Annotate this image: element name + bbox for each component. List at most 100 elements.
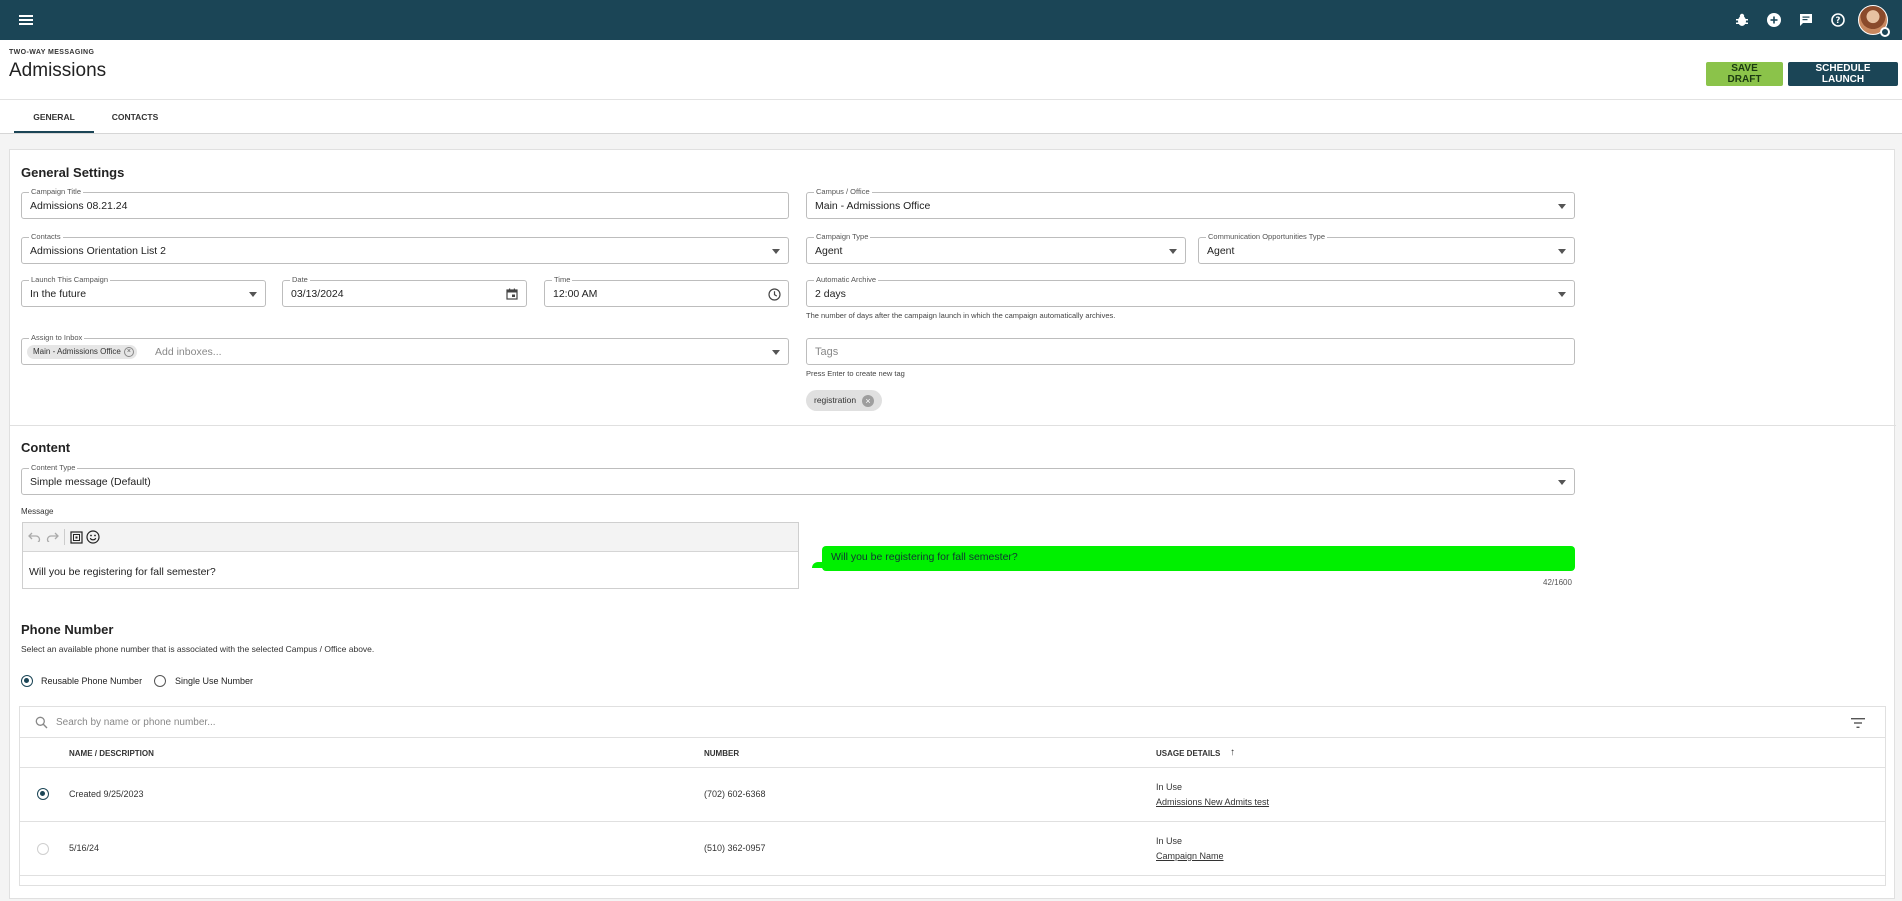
campaign-type-select[interactable]: Campaign Type Agent: [806, 232, 1186, 264]
campaign-type-label: Campaign Type: [814, 232, 871, 241]
column-usage[interactable]: USAGE DETAILS: [1156, 749, 1220, 758]
redo-icon[interactable]: [45, 530, 59, 544]
message-text: Will you be registering for fall semeste…: [29, 566, 216, 578]
contacts-select[interactable]: Contacts Admissions Orientation List 2: [21, 232, 789, 264]
tag-chip: registration ×: [806, 390, 883, 411]
content-type-value: Simple message (Default): [30, 476, 151, 488]
chevron-down-icon: [1558, 292, 1566, 297]
chevron-down-icon: [1558, 249, 1566, 254]
campaign-form-card: General Settings Campaign Title Admissio…: [9, 149, 1896, 899]
single-use-number-label[interactable]: Single Use Number: [175, 676, 253, 686]
message-preview-bubble: Will you be registering for fall semeste…: [822, 546, 1575, 571]
reusable-number-radio[interactable]: [21, 675, 33, 687]
tags-placeholder: Tags: [815, 346, 839, 358]
chevron-down-icon: [772, 249, 780, 254]
column-number[interactable]: NUMBER: [704, 749, 739, 758]
chat-icon[interactable]: [1795, 9, 1817, 31]
row-number: (702) 602-6368: [704, 789, 766, 799]
inbox-chip-label: Main - Admissions Office: [33, 347, 121, 356]
svg-text:?: ?: [1836, 16, 1841, 26]
schedule-launch-button[interactable]: SCHEDULE LAUNCH: [1788, 62, 1898, 86]
add-inboxes-placeholder: Add inboxes...: [155, 346, 222, 358]
phone-number-table: NAME / DESCRIPTION NUMBER USAGE DETAILS …: [19, 706, 1886, 886]
row-name: Created 9/25/2023: [69, 789, 144, 799]
toolbar-divider: [64, 529, 65, 545]
row-select-radio[interactable]: [37, 843, 49, 855]
row-usage-link[interactable]: Campaign Name: [1156, 851, 1224, 861]
section-divider: [10, 425, 1896, 426]
table-header: NAME / DESCRIPTION NUMBER USAGE DETAILS …: [20, 738, 1885, 768]
campus-office-value: Main - Admissions Office: [815, 200, 931, 212]
filter-icon[interactable]: [1851, 716, 1865, 728]
table-row[interactable]: Created 9/25/2023 (702) 602-6368 In Use …: [20, 768, 1885, 822]
editor-toolbar: [23, 523, 798, 552]
chevron-down-icon: [772, 350, 780, 355]
automatic-archive-helper: The number of days after the campaign la…: [806, 311, 1116, 320]
emoji-icon[interactable]: [86, 530, 100, 544]
content-type-select[interactable]: Content Type Simple message (Default): [21, 463, 1575, 495]
character-counter: 42/1600: [1543, 578, 1572, 587]
search-icon: [35, 716, 48, 729]
chevron-down-icon: [1558, 204, 1566, 209]
row-select-radio[interactable]: [37, 788, 49, 800]
campaign-type-value: Agent: [815, 245, 843, 257]
tab-general[interactable]: GENERAL: [14, 112, 94, 122]
calendar-icon[interactable]: [504, 286, 520, 302]
campaign-title-value: Admissions 08.21.24: [30, 200, 128, 212]
inbox-chip: Main - Admissions Office ×: [27, 345, 137, 359]
message-label: Message: [21, 507, 54, 516]
help-icon[interactable]: ?: [1827, 9, 1849, 31]
time-field[interactable]: Time 12:00 AM: [544, 275, 789, 307]
campaign-title-field[interactable]: Campaign Title Admissions 08.21.24: [21, 187, 789, 219]
launch-campaign-select[interactable]: Launch This Campaign In the future: [21, 275, 266, 307]
communication-type-label: Communication Opportunities Type: [1206, 232, 1328, 241]
tags-helper: Press Enter to create new tag: [806, 369, 905, 378]
table-search-row: [20, 707, 1885, 738]
tags-input[interactable]: Tags: [806, 338, 1575, 365]
add-circle-icon[interactable]: [1763, 9, 1785, 31]
time-label: Time: [552, 275, 573, 284]
save-draft-button[interactable]: SAVE DRAFT: [1706, 62, 1783, 86]
assign-inbox-label: Assign to Inbox: [29, 333, 85, 342]
reusable-number-label[interactable]: Reusable Phone Number: [41, 676, 142, 686]
campus-office-label: Campus / Office: [814, 187, 872, 196]
phone-number-heading: Phone Number: [21, 622, 114, 637]
date-field[interactable]: Date 03/13/2024: [282, 275, 527, 307]
eyebrow-label: TWO-WAY MESSAGING: [9, 49, 95, 56]
phone-number-description: Select an available phone number that is…: [21, 644, 375, 654]
automatic-archive-select[interactable]: Automatic Archive 2 days: [806, 275, 1575, 307]
close-icon[interactable]: ×: [862, 395, 875, 407]
date-label: Date: [290, 275, 310, 284]
tab-contacts[interactable]: CONTACTS: [100, 112, 170, 122]
launch-campaign-value: In the future: [30, 288, 87, 300]
phone-search-input[interactable]: [56, 714, 756, 731]
launch-campaign-label: Launch This Campaign: [29, 275, 110, 284]
avatar[interactable]: [1858, 5, 1890, 37]
top-app-bar: ?: [0, 0, 1902, 40]
sort-ascending-icon[interactable]: ↑: [1230, 747, 1235, 758]
close-icon[interactable]: ×: [123, 347, 134, 357]
undo-icon[interactable]: [27, 530, 41, 544]
time-value: 12:00 AM: [553, 288, 598, 300]
row-number: (510) 362-0957: [704, 843, 766, 853]
bug-icon[interactable]: [1731, 9, 1753, 31]
automatic-archive-label: Automatic Archive: [814, 275, 879, 284]
insert-field-icon[interactable]: [69, 530, 83, 544]
table-row[interactable]: 5/16/24 (510) 362-0957 In Use Campaign N…: [20, 822, 1885, 876]
single-use-number-radio[interactable]: [154, 675, 166, 687]
page-header: TWO-WAY MESSAGING Admissions SAVE DRAFT …: [0, 40, 1902, 100]
row-usage-link[interactable]: Admissions New Admits test: [1156, 797, 1269, 807]
message-editor[interactable]: Will you be registering for fall semeste…: [22, 522, 799, 589]
chevron-down-icon: [249, 292, 257, 297]
communication-type-value: Agent: [1207, 245, 1235, 257]
campaign-title-label: Campaign Title: [29, 187, 84, 196]
assign-inbox-field[interactable]: Assign to Inbox Main - Admissions Office…: [21, 333, 789, 365]
campus-office-select[interactable]: Campus / Office Main - Admissions Office: [806, 187, 1575, 219]
clock-icon[interactable]: [766, 286, 782, 302]
communication-type-select[interactable]: Communication Opportunities Type Agent: [1198, 232, 1575, 264]
content-heading: Content: [21, 440, 71, 455]
row-status: In Use: [1156, 836, 1183, 846]
hamburger-icon[interactable]: [16, 10, 36, 30]
automatic-archive-value: 2 days: [815, 288, 846, 300]
column-name[interactable]: NAME / DESCRIPTION: [69, 749, 154, 758]
